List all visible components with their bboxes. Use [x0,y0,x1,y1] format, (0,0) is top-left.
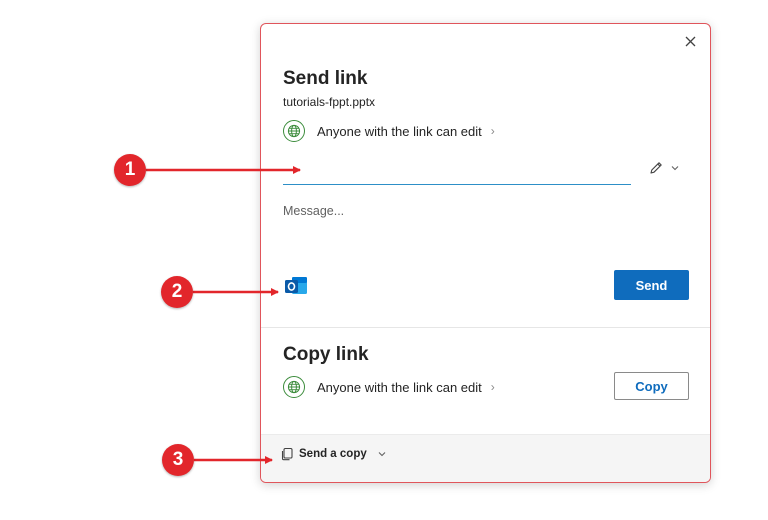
annotation-marker-3: 3 [162,444,194,476]
annotation-arrows [146,166,301,464]
annotation-marker-2: 2 [161,276,193,308]
annotation-marker-1: 1 [114,154,146,186]
